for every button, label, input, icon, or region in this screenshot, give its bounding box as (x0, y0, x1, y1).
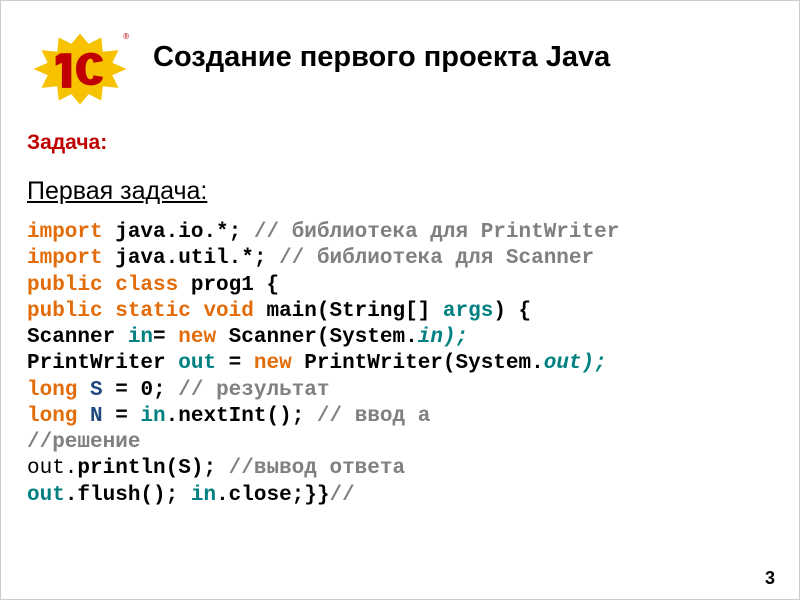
code-line-6: PrintWriter out = new PrintWriter(System… (27, 352, 607, 375)
code-line-3: public class prog1 { (27, 274, 279, 297)
header: ® Создание первого проекта Java (21, 29, 779, 109)
code-line-11: out.flush(); in.close;}}// (27, 484, 355, 507)
code-line-7: long S = 0; // результат (27, 379, 330, 402)
slide-title: Создание первого проекта Java (153, 41, 610, 74)
code-line-8: long N = in.nextInt(); // ввод a (27, 405, 430, 428)
task-label: Задача: (27, 131, 779, 155)
code-line-10: out.println(S); //вывод ответа (27, 457, 405, 480)
code-line-4: public static void main(String[] args) { (27, 300, 531, 323)
page-number: 3 (765, 568, 775, 589)
code-line-5: Scanner in= new Scanner(System.in); (27, 326, 468, 349)
code-line-1: import java.io.*; // библиотека для Prin… (27, 221, 619, 244)
code-line-9: //решение (27, 431, 140, 454)
code-line-2: import java.util.*; // библиотека для Sc… (27, 247, 594, 270)
trademark-symbol: ® (123, 32, 129, 41)
code-block: import java.io.*; // библиотека для Prin… (27, 220, 779, 509)
logo-1c: ® (21, 29, 139, 109)
subtitle: Первая задача: (27, 177, 779, 206)
slide: ® Создание первого проекта Java Задача: … (1, 1, 799, 599)
